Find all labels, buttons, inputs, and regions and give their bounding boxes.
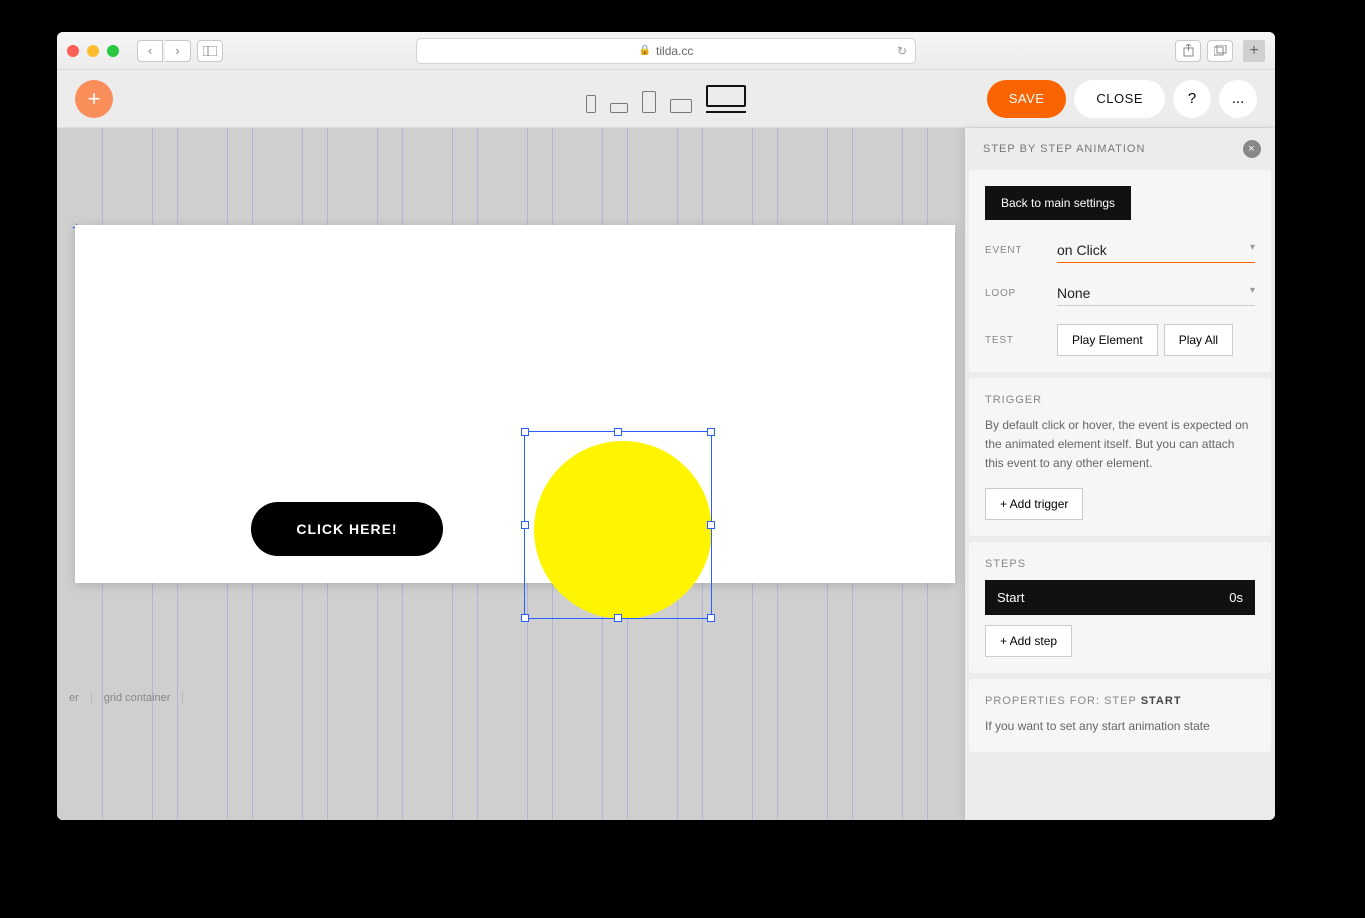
canvas[interactable]: + CLICK HERE! er grid container STEP — [57, 128, 1275, 820]
panel-icon — [203, 46, 217, 56]
nav-back-button[interactable]: ‹ — [137, 40, 163, 62]
help-button[interactable]: ? — [1173, 80, 1211, 118]
url-host: tilda.cc — [656, 44, 693, 58]
titlebar: ‹ › 🔒 tilda.cc ↻ + — [57, 32, 1275, 70]
close-button[interactable]: CLOSE — [1074, 80, 1165, 118]
resize-handle-br[interactable] — [707, 614, 715, 622]
selection-box[interactable] — [524, 431, 712, 619]
resize-handle-b[interactable] — [614, 614, 622, 622]
window-max-dot[interactable] — [107, 45, 119, 57]
window-min-dot[interactable] — [87, 45, 99, 57]
device-phone-portrait[interactable] — [586, 95, 596, 113]
properties-title: PROPERTIES FOR: STEP START — [985, 695, 1255, 707]
save-button[interactable]: SAVE — [987, 80, 1067, 118]
trigger-description: By default click or hover, the event is … — [985, 416, 1255, 474]
steps-title: STEPS — [985, 558, 1255, 570]
resize-handle-l[interactable] — [521, 521, 529, 529]
device-desktop[interactable] — [706, 85, 746, 113]
add-step-button[interactable]: + Add step — [985, 625, 1072, 657]
resize-handle-r[interactable] — [707, 521, 715, 529]
resize-handle-bl[interactable] — [521, 614, 529, 622]
animation-panel: STEP BY STEP ANIMATION × Back to main se… — [965, 128, 1275, 820]
device-phone-landscape[interactable] — [610, 103, 628, 113]
panel-section-properties: PROPERTIES FOR: STEP START If you want t… — [969, 679, 1271, 752]
window-close-dot[interactable] — [67, 45, 79, 57]
sidebar-toggle-button[interactable] — [197, 40, 223, 62]
chevron-down-icon: ▾ — [1250, 285, 1255, 296]
resize-handle-t[interactable] — [614, 428, 622, 436]
test-label: TEST — [985, 335, 1057, 346]
back-to-settings-button[interactable]: Back to main settings — [985, 186, 1131, 220]
resize-handle-tr[interactable] — [707, 428, 715, 436]
play-element-button[interactable]: Play Element — [1057, 324, 1158, 356]
panel-header: STEP BY STEP ANIMATION × — [965, 128, 1275, 170]
panel-close-button[interactable]: × — [1243, 140, 1261, 158]
breadcrumb-item[interactable]: er — [57, 692, 92, 704]
tabs-button[interactable] — [1207, 40, 1233, 62]
reload-icon[interactable]: ↻ — [897, 44, 907, 58]
artboard[interactable] — [75, 225, 955, 583]
add-element-button[interactable]: + — [75, 80, 113, 118]
canvas-button-element[interactable]: CLICK HERE! — [251, 502, 443, 556]
more-button[interactable]: ... — [1219, 80, 1257, 118]
event-label: EVENT — [985, 245, 1057, 256]
device-switcher — [586, 85, 746, 113]
event-select[interactable]: on Click ▾ — [1057, 238, 1255, 263]
url-bar[interactable]: 🔒 tilda.cc ↻ — [416, 38, 916, 64]
share-icon — [1183, 44, 1194, 57]
resize-handle-tl[interactable] — [521, 428, 529, 436]
panel-title: STEP BY STEP ANIMATION — [983, 143, 1145, 155]
device-tablet-portrait[interactable] — [642, 91, 656, 113]
step-row-start[interactable]: Start 0s — [985, 580, 1255, 615]
play-all-button[interactable]: Play All — [1164, 324, 1233, 356]
tabs-icon — [1214, 45, 1227, 56]
panel-section-steps: STEPS Start 0s + Add step — [969, 542, 1271, 673]
add-trigger-button[interactable]: + Add trigger — [985, 488, 1083, 520]
device-tablet-landscape[interactable] — [670, 99, 692, 113]
new-tab-button[interactable]: + — [1243, 40, 1265, 62]
trigger-title: TRIGGER — [985, 394, 1255, 406]
loop-label: LOOP — [985, 288, 1057, 299]
properties-description: If you want to set any start animation s… — [985, 717, 1255, 736]
app-toolbar: + SAVE CLOSE ? ... — [57, 70, 1275, 128]
panel-section-main: Back to main settings EVENT on Click ▾ L… — [969, 170, 1271, 372]
share-button[interactable] — [1175, 40, 1201, 62]
browser-window: ‹ › 🔒 tilda.cc ↻ + + — [57, 32, 1275, 820]
breadcrumb-item[interactable]: grid container — [92, 692, 184, 704]
nav-forward-button[interactable]: › — [165, 40, 191, 62]
panel-section-trigger: TRIGGER By default click or hover, the e… — [969, 378, 1271, 536]
lock-icon: 🔒 — [639, 45, 651, 56]
chevron-down-icon: ▾ — [1250, 242, 1255, 253]
loop-select[interactable]: None ▾ — [1057, 281, 1255, 306]
app-area: + SAVE CLOSE ? ... — [57, 70, 1275, 820]
breadcrumb: er grid container — [57, 683, 183, 713]
